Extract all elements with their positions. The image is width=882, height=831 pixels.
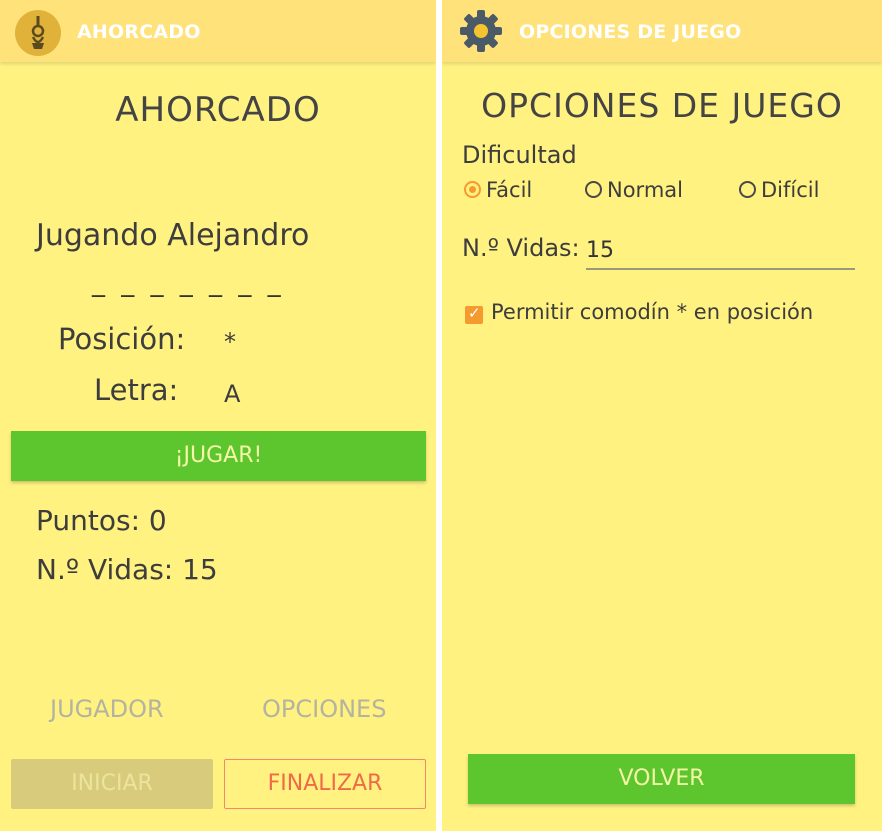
gear-icon xyxy=(460,10,502,52)
game-options-screen: OPCIONES DE JUEGO OPCIONES DE JUEGO Difi… xyxy=(442,0,882,831)
lives-input[interactable] xyxy=(586,232,855,270)
difficulty-label: Dificultad xyxy=(462,141,577,169)
radio-label: Fácil xyxy=(486,178,533,202)
letter-value[interactable]: A xyxy=(224,380,240,408)
letter-label: Letra: xyxy=(94,373,179,407)
appbar-title: AHORCADO xyxy=(77,21,201,43)
player-button[interactable]: JUGADOR xyxy=(50,695,164,723)
start-button[interactable]: INICIAR xyxy=(11,759,213,809)
page-title: OPCIONES DE JUEGO xyxy=(481,86,843,125)
hangman-noose-icon xyxy=(15,10,61,56)
radio-unselected-icon xyxy=(739,181,756,198)
app-bar: AHORCADO xyxy=(0,0,436,62)
options-button[interactable]: OPCIONES xyxy=(262,695,386,723)
wildcard-checkbox[interactable]: ✓ xyxy=(465,304,483,324)
check-icon: ✓ xyxy=(468,304,481,322)
position-value[interactable]: * xyxy=(224,328,236,356)
back-button[interactable]: VOLVER xyxy=(468,754,855,804)
lives-label: N.º Vidas: 15 xyxy=(36,553,218,586)
app-bar: OPCIONES DE JUEGO xyxy=(442,0,882,62)
playing-player-label: Jugando Alejandro xyxy=(36,218,310,253)
finish-button[interactable]: FINALIZAR xyxy=(224,759,426,809)
radio-unselected-icon xyxy=(585,181,602,198)
main-game-screen: AHORCADO AHORCADO Jugando Alejandro _ _ … xyxy=(0,0,436,831)
play-button[interactable]: ¡JUGAR! xyxy=(11,431,426,481)
appbar-title: OPCIONES DE JUEGO xyxy=(519,21,742,43)
page-title: AHORCADO xyxy=(115,90,321,130)
radio-label: Normal xyxy=(607,178,683,202)
radio-selected-icon xyxy=(464,181,481,198)
word-mask: _ _ _ _ _ _ _ xyxy=(92,268,285,298)
position-label: Posición: xyxy=(58,322,186,356)
radio-label: Difícil xyxy=(761,178,820,202)
lives-field-label: N.º Vidas: xyxy=(462,234,580,262)
wildcard-label: Permitir comodín * en posición xyxy=(491,300,814,324)
points-label: Puntos: 0 xyxy=(36,504,167,537)
